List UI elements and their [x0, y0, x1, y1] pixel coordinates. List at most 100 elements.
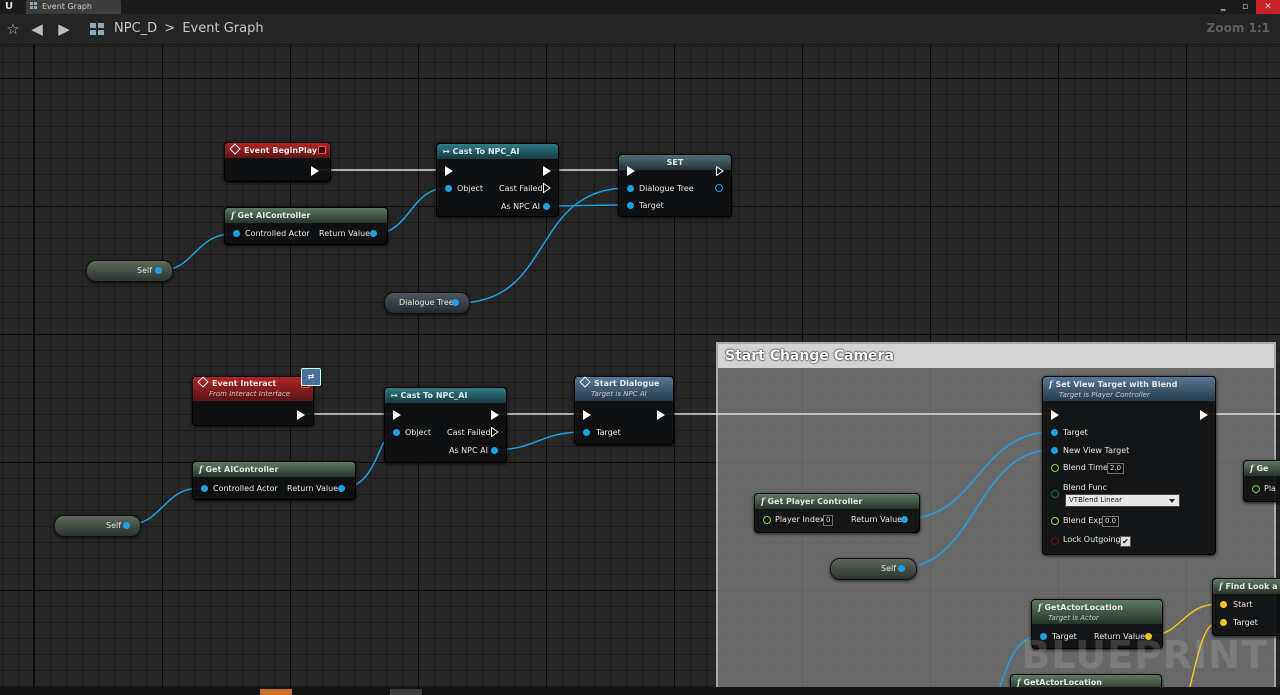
float-pin[interactable]: [1051, 464, 1059, 472]
exec-out-pin[interactable]: [657, 410, 665, 420]
restore-button[interactable]: ▫: [1234, 0, 1256, 14]
function-icon: f: [1038, 602, 1042, 612]
blend-func-dropdown[interactable]: VTBlend Linear: [1065, 494, 1180, 507]
object-pin[interactable]: [452, 299, 459, 306]
object-pin[interactable]: [898, 565, 905, 572]
node-get-aicontroller[interactable]: f Get AIController Controlled Actor Retur…: [224, 207, 388, 245]
event-icon: [197, 376, 209, 388]
object-pin[interactable]: [543, 203, 550, 210]
variable-dialogue-tree[interactable]: Dialogue Tree: [384, 292, 470, 314]
pin-label: Return Value: [287, 484, 339, 493]
exec-out-pin[interactable]: [543, 183, 551, 193]
object-pin[interactable]: [393, 429, 400, 436]
object-pin[interactable]: [627, 202, 634, 209]
vector-pin[interactable]: [1220, 619, 1227, 626]
breadcrumb-root[interactable]: NPC_D: [114, 21, 157, 36]
object-pin[interactable]: [445, 185, 452, 192]
pin-label: Return Value: [319, 229, 371, 238]
node-start-dialogue[interactable]: Start Dialogue Target is NPC AI Target: [574, 376, 674, 445]
exec-in-pin[interactable]: [1051, 410, 1059, 420]
variable-label: Dialogue Tree: [399, 298, 454, 307]
float-pin[interactable]: [1051, 517, 1059, 525]
vector-pin[interactable]: [1220, 601, 1227, 608]
node-title: Ge: [1256, 464, 1269, 473]
exec-out-pin[interactable]: [1200, 410, 1208, 420]
object-pin[interactable]: [123, 522, 130, 529]
close-button[interactable]: ✕: [1256, 0, 1280, 14]
object-pin[interactable]: [233, 230, 240, 237]
node-event-beginplay[interactable]: Event BeginPlay: [224, 142, 331, 182]
exec-out-pin[interactable]: [297, 410, 305, 420]
pin-label: Object: [405, 428, 432, 437]
minimize-button[interactable]: ‗: [1212, 0, 1234, 14]
variable-label: Self: [881, 564, 897, 573]
exec-in-pin[interactable]: [445, 166, 453, 176]
arrow-left-icon[interactable]: ◀: [27, 19, 47, 39]
node-find-look-at-rotation[interactable]: f Find Look a Start Target: [1212, 578, 1280, 636]
node-title: GetActorLocation: [1023, 678, 1102, 687]
node-set-view-target-with-blend[interactable]: f Set View Target with Blend Target is Pla…: [1042, 376, 1216, 555]
object-out-pin[interactable]: [715, 184, 723, 192]
pin-label: Dialogue Tree: [639, 184, 694, 193]
exec-out-pin[interactable]: [491, 410, 499, 420]
object-pin[interactable]: [491, 447, 498, 454]
arrow-right-icon[interactable]: ▶: [54, 19, 74, 39]
title-bar: U Event Graph ‗ ▫ ✕: [0, 0, 1280, 14]
node-title: Get Player Controller: [767, 497, 863, 506]
variable-self-2[interactable]: Self: [54, 515, 141, 537]
lock-outgoing-checkbox[interactable]: ✔: [1120, 536, 1131, 547]
dropdown-value: VTBlend Linear: [1069, 496, 1122, 504]
node-cast-to-npc-ai-2[interactable]: ↦ Cast To NPC_AI Object Cast Failed As N…: [384, 387, 507, 463]
graph-canvas[interactable]: Start Change Camera Event BeginPlay ↦ Ca…: [0, 45, 1280, 687]
tab-event-graph[interactable]: Event Graph: [26, 0, 121, 14]
node-offscreen[interactable]: f Ge Pla: [1243, 460, 1280, 502]
exec-out-pin[interactable]: [543, 166, 551, 176]
exec-out-pin[interactable]: [716, 166, 724, 176]
node-header: SET: [619, 155, 731, 170]
pin-label: Blend Exp: [1063, 516, 1104, 525]
graph-icon: [30, 2, 38, 10]
node-set[interactable]: SET Dialogue Tree Target: [618, 154, 732, 217]
variable-self-3[interactable]: Self: [830, 558, 917, 580]
variable-self[interactable]: Self: [86, 260, 173, 282]
object-pin[interactable]: [901, 516, 908, 523]
object-pin[interactable]: [627, 185, 634, 192]
status-segment: [260, 689, 292, 695]
node-get-player-controller[interactable]: f Get Player Controller Player Index 0 Re…: [754, 493, 920, 533]
star-icon[interactable]: ☆: [3, 19, 23, 39]
int-pin[interactable]: [1252, 485, 1260, 493]
blend-time-input[interactable]: 2.0: [1107, 463, 1125, 474]
enum-pin[interactable]: [1051, 490, 1059, 498]
node-get-aicontroller-2[interactable]: f Get AIController Controlled Actor Retur…: [192, 461, 356, 500]
blueprint-graph-icon: [90, 23, 104, 35]
node-subtitle: Target is Player Controller: [1059, 391, 1150, 399]
bool-pin[interactable]: [1051, 537, 1059, 545]
exec-in-pin[interactable]: [583, 410, 591, 420]
pin-label: Target: [1233, 618, 1258, 627]
exec-out-pin[interactable]: [491, 427, 499, 437]
node-title: Start Dialogue: [594, 379, 660, 388]
node-event-interact[interactable]: Event Interact From Interact Interface: [192, 376, 314, 426]
exec-in-pin[interactable]: [627, 166, 635, 176]
player-index-input[interactable]: 0: [823, 515, 834, 526]
object-pin[interactable]: [370, 230, 377, 237]
function-icon: f: [199, 464, 203, 474]
breadcrumb-current[interactable]: Event Graph: [182, 21, 263, 36]
node-cast-to-npc-ai[interactable]: ↦ Cast To NPC_AI Object Cast Failed As N…: [436, 143, 559, 217]
blend-exp-input[interactable]: 0.0: [1102, 516, 1120, 527]
pin-label: Lock Outgoing: [1063, 535, 1121, 544]
object-pin[interactable]: [201, 485, 208, 492]
exec-out-pin[interactable]: [311, 166, 319, 176]
object-pin[interactable]: [1051, 447, 1058, 454]
delegate-pin[interactable]: [318, 146, 326, 154]
variable-label: Self: [137, 266, 153, 275]
object-pin[interactable]: [338, 485, 345, 492]
pin-label: Start: [1233, 600, 1253, 609]
pin-label: Blend Time: [1063, 463, 1108, 472]
object-pin[interactable]: [1051, 429, 1058, 436]
pin-label: Blend Func: [1063, 483, 1108, 492]
object-pin[interactable]: [583, 429, 590, 436]
int-pin[interactable]: [763, 516, 771, 524]
exec-in-pin[interactable]: [393, 410, 401, 420]
object-pin[interactable]: [155, 267, 162, 274]
